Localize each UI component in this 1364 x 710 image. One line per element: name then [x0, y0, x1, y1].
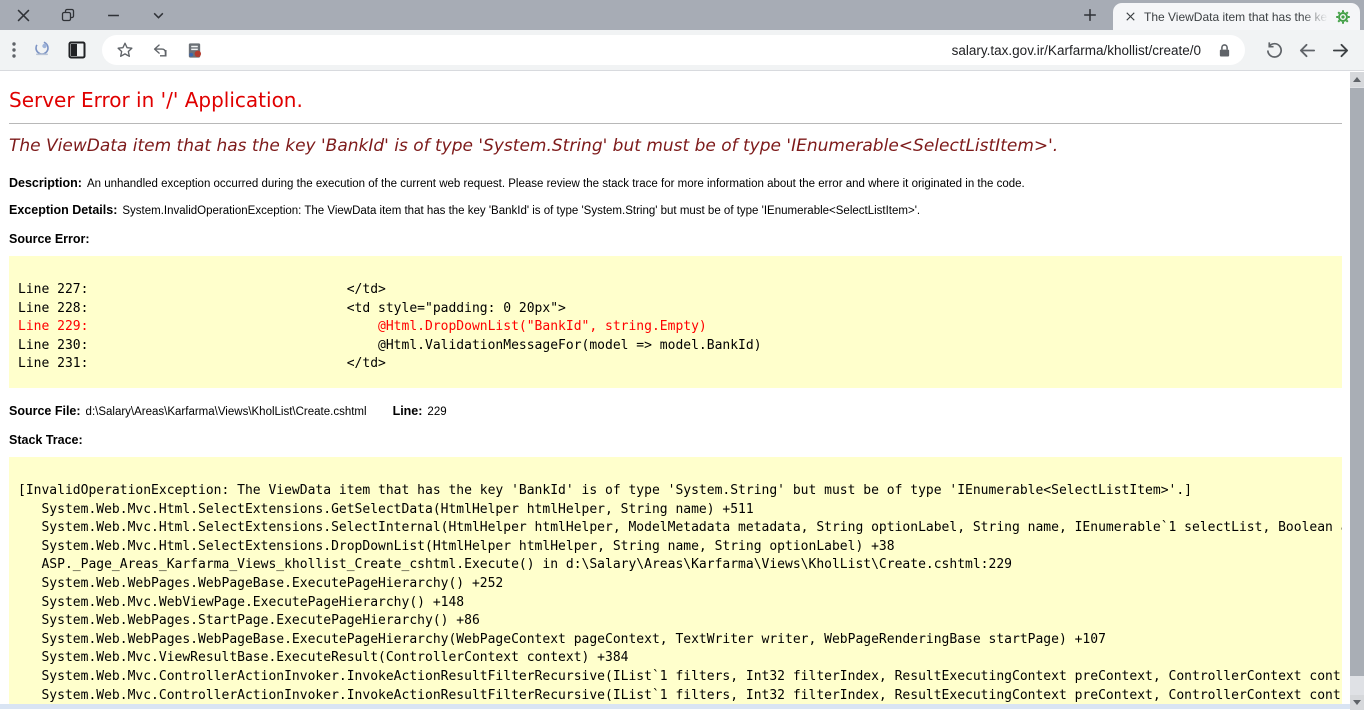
aspnet-error-page: Server Error in '/' Application. The Vie…: [0, 88, 1364, 709]
window-minimize-button[interactable]: [104, 6, 122, 24]
lock-icon[interactable]: [1218, 43, 1231, 58]
line-number: 229: [427, 406, 446, 418]
stack-trace-block: [InvalidOperationException: The ViewData…: [9, 457, 1342, 709]
gear-favicon-icon: [1334, 8, 1351, 25]
stack-trace-line: System.Web.WebPages.WebPageBase.ExecuteP…: [18, 575, 1342, 594]
source-code-line: Line 228: <td style="padding: 0 20px">: [18, 300, 1342, 319]
tab-strip: The ViewData item that has the ke: [0, 0, 1364, 30]
stack-trace-line: System.Web.Mvc.ControllerActionInvoker.I…: [18, 687, 1342, 706]
exception-details-label: Exception Details:: [9, 203, 117, 217]
back-arrow-icon[interactable]: [1298, 41, 1317, 60]
window-controls: [14, 6, 167, 24]
extension-icon[interactable]: [32, 40, 52, 60]
forward-arrow-icon[interactable]: [1331, 41, 1350, 60]
source-code-line: Line 230: @Html.ValidationMessageFor(mod…: [18, 337, 1342, 356]
horizontal-scrollbar[interactable]: [0, 704, 1350, 709]
page-title: Server Error in '/' Application.: [9, 88, 1342, 112]
stack-trace-line: System.Web.Mvc.ViewResultBase.ExecuteRes…: [18, 649, 1342, 668]
sidebar-toggle-icon[interactable]: [68, 41, 86, 59]
tab-menu-chevron-icon[interactable]: [149, 6, 167, 24]
stack-trace-line: System.Web.Mvc.Html.SelectExtensions.Get…: [18, 501, 1342, 520]
stack-trace-line: System.Web.WebPages.StartPage.ExecutePag…: [18, 612, 1342, 631]
error-subtitle: The ViewData item that has the key 'Bank…: [9, 136, 1342, 156]
stack-trace-line: System.Web.Mvc.WebViewPage.ExecutePageHi…: [18, 594, 1342, 613]
tab-title: The ViewData item that has the ke: [1144, 9, 1328, 25]
browser-menu-kebab-icon[interactable]: [12, 42, 16, 58]
address-bar[interactable]: salary.tax.gov.ir/Karfarma/khollist/crea…: [102, 35, 1245, 65]
stack-trace-line: System.Web.Mvc.Html.SelectExtensions.Dro…: [18, 538, 1342, 557]
source-code-line: Line 229: @Html.DropDownList("BankId", s…: [18, 318, 1342, 337]
tab-close-icon[interactable]: [1122, 9, 1138, 25]
source-error-code-block: Line 227: </td>Line 228: <td style="padd…: [9, 256, 1342, 388]
source-file-path: d:\Salary\Areas\Karfarma\Views\KholList\…: [86, 406, 367, 418]
window-close-button[interactable]: [14, 6, 32, 24]
title-divider: [9, 123, 1342, 124]
window-restore-button[interactable]: [59, 6, 77, 24]
bookmark-star-icon[interactable]: [116, 41, 134, 59]
stack-trace-line: System.Web.Mvc.ControllerActionInvoker.I…: [18, 668, 1342, 687]
source-error-heading: Source Error:: [9, 232, 1342, 246]
description-text: An unhandled exception occurred during t…: [87, 178, 1025, 190]
stack-trace-line: System.Web.Mvc.Html.SelectExtensions.Sel…: [18, 519, 1342, 538]
description-row: Description: An unhandled exception occur…: [9, 176, 1342, 190]
scrollbar-thumb[interactable]: [1350, 88, 1364, 676]
stack-trace-line: ASP._Page_Areas_Karfarma_Views_khollist_…: [18, 556, 1342, 575]
new-tab-button[interactable]: [1077, 2, 1103, 28]
stack-trace-line: System.Web.WebPages.WebPageBase.ExecuteP…: [18, 631, 1342, 650]
exception-details-row: Exception Details: System.InvalidOperatio…: [9, 203, 1342, 217]
profile-page-icon[interactable]: [186, 42, 203, 59]
exception-details-text: System.InvalidOperationException: The Vi…: [122, 205, 920, 217]
source-file-label: Source File:: [9, 404, 81, 418]
source-file-row: Source File: d:\Salary\Areas\Karfarma\Vie…: [9, 404, 1342, 418]
stack-trace-heading: Stack Trace:: [9, 433, 1342, 447]
reload-icon[interactable]: [1265, 41, 1284, 60]
stack-trace-line: [InvalidOperationException: The ViewData…: [18, 482, 1342, 501]
scrollbar-up-arrow-icon[interactable]: [1350, 72, 1364, 87]
url-text[interactable]: salary.tax.gov.ir/Karfarma/khollist/crea…: [952, 43, 1201, 58]
line-label: Line:: [393, 404, 423, 418]
vertical-scrollbar[interactable]: [1350, 72, 1364, 710]
page-viewport: Server Error in '/' Application. The Vie…: [0, 71, 1364, 709]
scrollbar-down-arrow-icon[interactable]: [1350, 695, 1364, 710]
description-label: Description:: [9, 176, 82, 190]
source-code-line: Line 227: </td>: [18, 281, 1342, 300]
navigation-buttons: [1265, 41, 1350, 60]
browser-tab[interactable]: The ViewData item that has the ke: [1113, 3, 1360, 30]
share-icon[interactable]: [151, 41, 169, 59]
browser-toolbar: salary.tax.gov.ir/Karfarma/khollist/crea…: [0, 30, 1364, 71]
source-code-line: Line 231: </td>: [18, 355, 1342, 374]
